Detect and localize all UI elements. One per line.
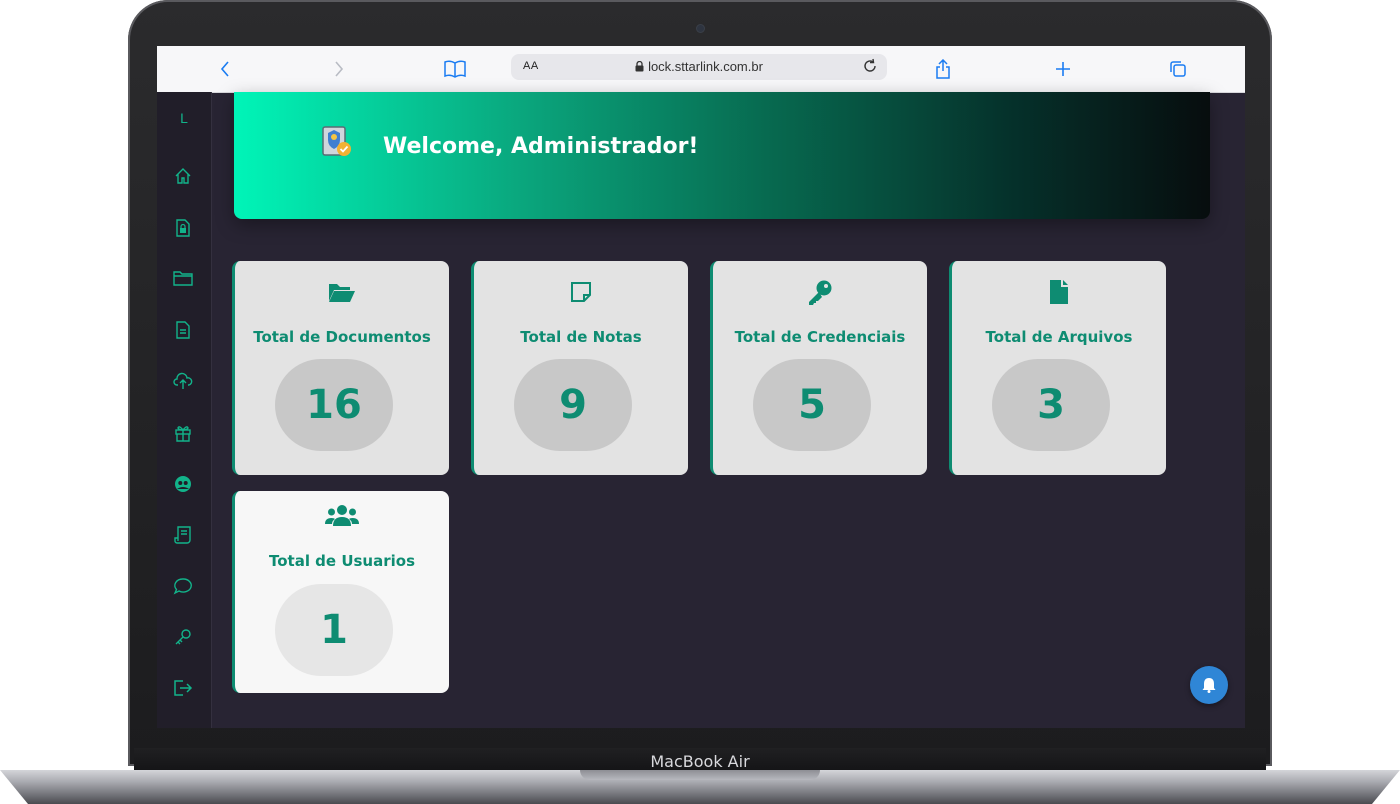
sidebar-item-logout[interactable]	[172, 677, 194, 699]
tabs-button[interactable]	[1163, 54, 1193, 84]
sidebar-item-receipts[interactable]	[172, 524, 194, 546]
device-brand-label: MacBook Air	[650, 752, 750, 771]
secure-document-icon	[176, 219, 190, 237]
notification-button[interactable]	[1190, 666, 1228, 704]
sidebar-item-upload[interactable]	[172, 370, 194, 392]
admin-shield-icon	[322, 126, 351, 156]
stat-card-notes[interactable]: Total de Notas 9	[471, 261, 688, 475]
logout-icon	[174, 680, 193, 696]
stat-card-documents[interactable]: Total de Documentos 16	[232, 261, 449, 475]
laptop-chin: MacBook Air	[134, 748, 1266, 772]
sidebar-item-documents[interactable]	[172, 319, 194, 341]
stat-card-files[interactable]: Total de Arquivos 3	[949, 261, 1166, 475]
book-icon	[444, 60, 466, 78]
card-title: Total de Credenciais	[734, 328, 906, 346]
note-icon	[571, 282, 591, 302]
users-icon	[325, 505, 359, 526]
card-count: 16	[275, 359, 393, 451]
card-title: Total de Usuarios	[268, 552, 415, 570]
card-count: 5	[753, 359, 871, 451]
sidebar-item-users[interactable]	[172, 473, 194, 495]
gift-icon	[175, 426, 191, 442]
forward-button[interactable]	[324, 54, 354, 84]
address-bar[interactable]: AA lock.sttarlink.com.br	[511, 54, 887, 80]
sidebar-item-home[interactable]	[172, 165, 194, 187]
folder-open-icon	[329, 284, 355, 302]
logo: L	[180, 110, 188, 126]
card-count: 3	[992, 359, 1110, 451]
sidebar-item-chat[interactable]	[172, 575, 194, 597]
tabs-icon	[1170, 61, 1186, 77]
camera	[697, 25, 704, 32]
card-title: Total de Notas	[520, 328, 642, 346]
sidebar-item-secure-documents[interactable]	[172, 217, 194, 239]
chevron-right-icon	[335, 61, 344, 77]
home-icon	[175, 168, 191, 184]
stat-card-credentials[interactable]: Total de Credenciais 5	[710, 261, 927, 475]
card-title: Total de Documentos	[253, 328, 431, 346]
welcome-title: Welcome, Administrador!	[383, 134, 699, 159]
stat-card-users[interactable]: Total de Usuarios 1	[232, 491, 449, 693]
share-icon	[936, 59, 950, 79]
document-icon	[176, 321, 190, 339]
sidebar: L	[157, 92, 212, 728]
reload-icon[interactable]	[861, 57, 879, 75]
chat-icon	[173, 578, 192, 595]
card-title: Total de Arquivos	[985, 328, 1133, 346]
bookmarks-button[interactable]	[440, 54, 470, 84]
folder-icon	[173, 271, 193, 286]
card-count: 1	[275, 584, 393, 676]
lock-icon	[635, 61, 644, 72]
file-icon	[1050, 280, 1068, 304]
bell-icon	[1202, 678, 1216, 693]
new-tab-button[interactable]	[1048, 54, 1078, 84]
users-circle-icon	[175, 476, 191, 492]
share-button[interactable]	[928, 54, 958, 84]
browser-toolbar: AA lock.sttarlink.com.br	[157, 46, 1245, 93]
chevron-left-icon	[220, 61, 229, 77]
url-text: lock.sttarlink.com.br	[648, 59, 763, 74]
sidebar-item-credentials[interactable]	[172, 626, 194, 648]
cloud-upload-icon	[173, 372, 193, 389]
sidebar-item-folders[interactable]	[172, 267, 194, 289]
welcome-banner: Welcome, Administrador!	[234, 92, 1210, 219]
screen: AA lock.sttarlink.com.br L Welcome, Admi…	[157, 46, 1245, 728]
back-button[interactable]	[210, 54, 240, 84]
laptop-notch	[580, 770, 820, 780]
receipt-icon	[174, 526, 191, 544]
key-icon	[175, 629, 191, 645]
plus-icon	[1056, 62, 1070, 76]
card-count: 9	[514, 359, 632, 451]
sidebar-item-gifts[interactable]	[172, 422, 194, 444]
key-icon	[809, 280, 832, 305]
